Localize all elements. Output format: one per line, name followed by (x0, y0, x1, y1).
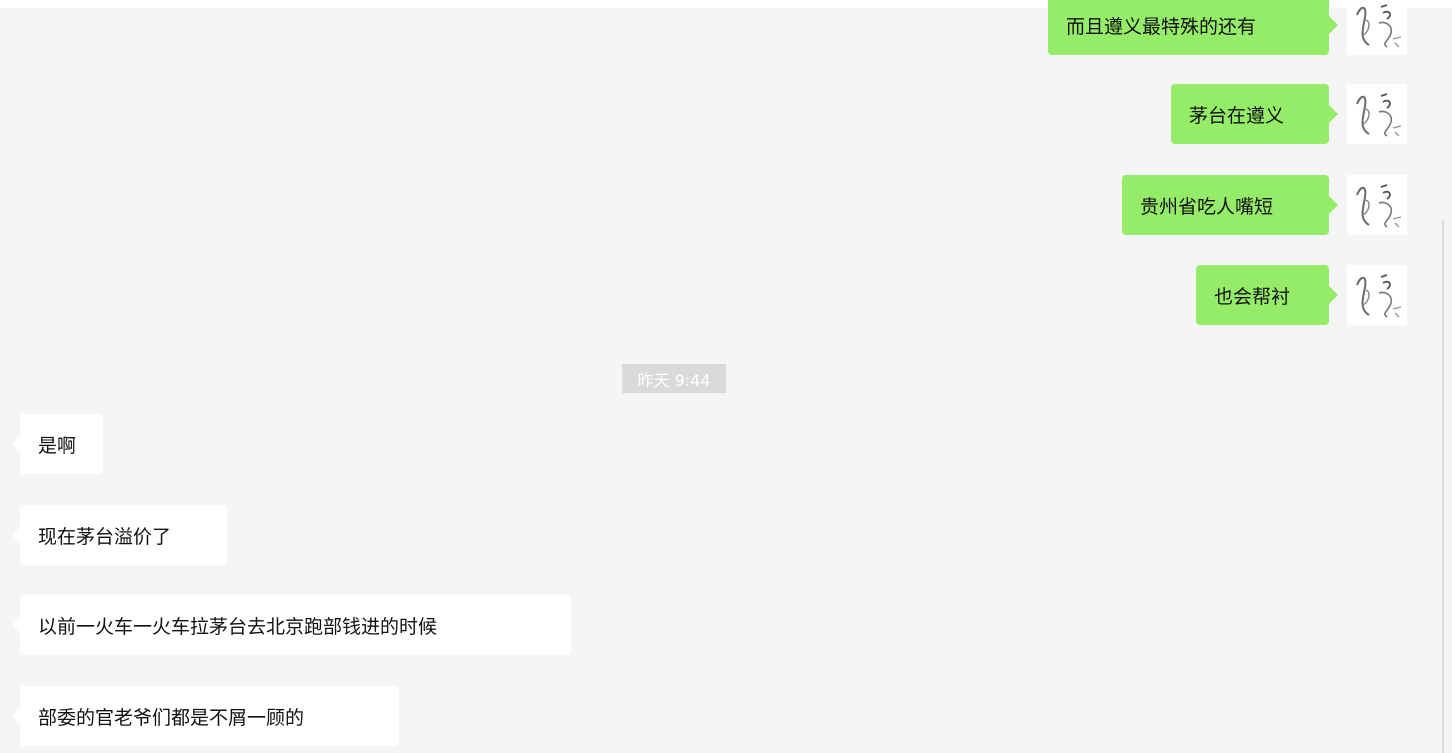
ink-sketch-avatar-icon (1356, 184, 1402, 228)
outgoing-message-bubble[interactable]: 贵州省吃人嘴短 (1122, 175, 1338, 235)
message-text: 是啊 (38, 434, 77, 457)
message-text: 茅台在遵义 (1189, 104, 1285, 127)
incoming-message-bubble[interactable]: 以前一火车一火车拉茅台去北京跑部钱进的时候 (12, 595, 571, 655)
incoming-message-bubble[interactable]: 现在茅台溢价了 (12, 505, 227, 565)
outgoing-message-bubble[interactable]: 而且遵义最特殊的还有 (1048, 0, 1338, 55)
user-avatar[interactable] (1347, 175, 1407, 235)
outgoing-message-bubble[interactable]: 茅台在遵义 (1171, 84, 1338, 144)
user-avatar[interactable] (1347, 0, 1407, 55)
user-avatar[interactable] (1347, 265, 1407, 325)
message-text: 贵州省吃人嘴短 (1140, 195, 1274, 218)
ink-sketch-avatar-icon (1356, 274, 1402, 318)
message-text: 以前一火车一火车拉茅台去北京跑部钱进的时候 (38, 615, 438, 638)
message-text: 而且遵义最特殊的还有 (1066, 15, 1257, 38)
message-timestamp: 昨天 9:44 (622, 364, 726, 393)
incoming-message-bubble[interactable]: 部委的官老爷们都是不屑一顾的 (12, 686, 399, 746)
outgoing-message-bubble[interactable]: 也会帮衬 (1196, 265, 1338, 325)
ink-sketch-avatar-icon (1356, 4, 1402, 48)
message-text: 部委的官老爷们都是不屑一顾的 (38, 706, 305, 729)
user-avatar[interactable] (1347, 84, 1407, 144)
message-text: 现在茅台溢价了 (38, 525, 172, 548)
message-text: 也会帮衬 (1214, 285, 1291, 308)
ink-sketch-avatar-icon (1356, 93, 1402, 137)
scrollbar-track[interactable] (1442, 220, 1444, 753)
chat-message-area[interactable]: 而且遵义最特殊的还有 茅台在遵义 贵州省吃人嘴短 也会帮衬 昨天 9:44 是啊… (0, 0, 1452, 753)
incoming-message-bubble[interactable]: 是啊 (12, 414, 103, 474)
